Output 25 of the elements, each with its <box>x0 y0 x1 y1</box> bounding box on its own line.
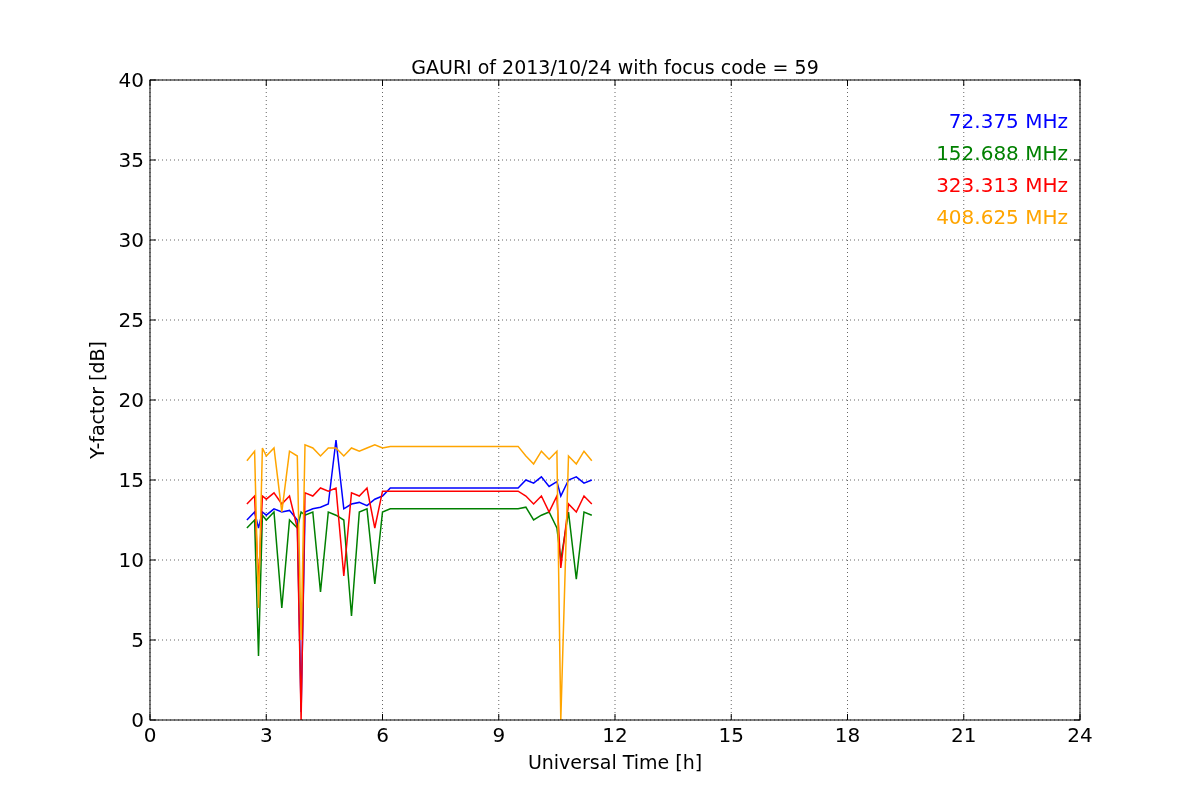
legend-label: 72.375 MHz <box>948 109 1068 133</box>
legend-label: 408.625 MHz <box>936 205 1068 229</box>
y-tick-label: 40 <box>118 68 144 92</box>
y-tick-label: 5 <box>131 628 144 652</box>
chart-title: GAURI of 2013/10/24 with focus code = 59 <box>411 56 819 78</box>
x-tick-label: 21 <box>951 723 977 747</box>
x-tick-label: 3 <box>259 723 273 747</box>
y-tick-label: 15 <box>118 468 144 492</box>
legend-label: 152.688 MHz <box>936 141 1068 165</box>
y-tick-label: 10 <box>118 548 144 572</box>
y-tick-label: 20 <box>118 388 144 412</box>
x-tick-label: 18 <box>834 723 861 747</box>
x-tick-label: 6 <box>376 723 389 747</box>
legend-label: 323.313 MHz <box>936 173 1068 197</box>
x-tick-label: 0 <box>143 723 157 747</box>
x-axis-label: Universal Time [h] <box>527 751 703 773</box>
x-tick-label: 12 <box>602 723 628 747</box>
y-axis-label: Y-factor [dB] <box>86 341 108 459</box>
y-tick-label: 30 <box>118 228 144 252</box>
x-tick-label: 9 <box>492 723 506 747</box>
x-tick-label: 15 <box>718 723 744 747</box>
y-tick-label: 25 <box>118 308 144 332</box>
y-tick-label: 0 <box>131 708 144 732</box>
x-tick-label: 24 <box>1067 723 1093 747</box>
y-tick-label: 35 <box>118 148 144 172</box>
